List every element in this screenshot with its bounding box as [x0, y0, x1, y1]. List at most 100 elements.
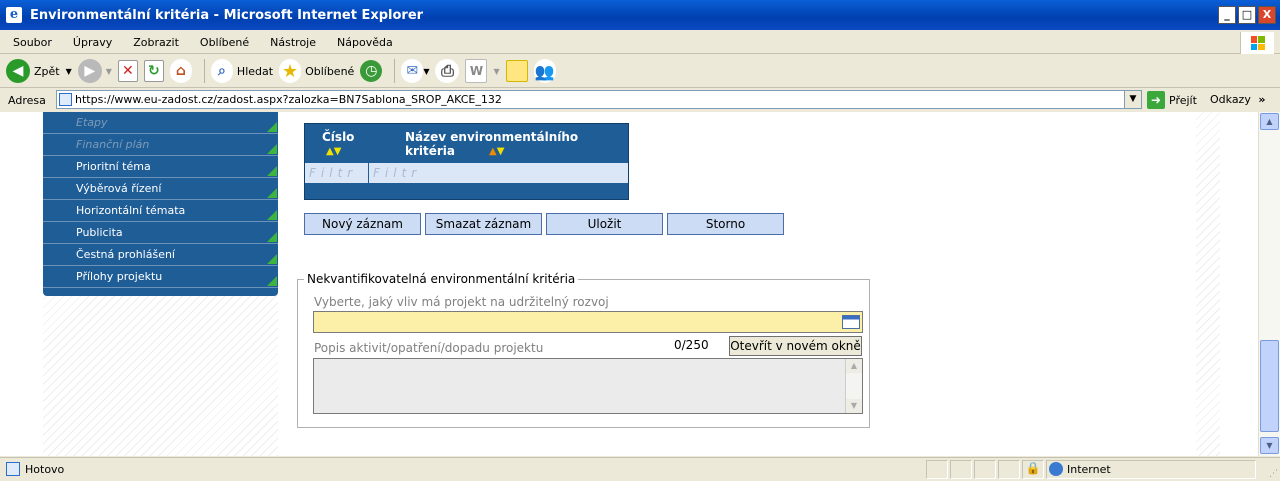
resize-grip-icon[interactable]: ⋰ [1269, 469, 1278, 479]
menu-bar: Soubor Úpravy Zobrazit Oblíbené Nástroje… [0, 31, 1280, 54]
filter-number-input[interactable]: Filtr [305, 163, 369, 183]
sidebar-item-cestna-prohlaseni[interactable]: Čestná prohlášení [43, 244, 278, 266]
toolbar-divider [394, 59, 396, 83]
open-new-window-button[interactable]: Otevřít v novém okně [729, 336, 862, 356]
discuss-button[interactable] [505, 60, 528, 82]
scrollbar-thumb[interactable] [1260, 340, 1279, 432]
print-icon: ⎙ [435, 59, 460, 83]
zone-cell: Internet [1046, 460, 1256, 479]
links-label: Odkazy [1210, 93, 1251, 106]
sort-arrows-name-icon[interactable]: ▲▼ [489, 147, 504, 157]
globe-icon [1049, 462, 1063, 476]
lock-icon: 🔒 [1022, 460, 1044, 479]
address-url: https://www.eu-zadost.cz/zadost.aspx?zal… [75, 93, 502, 106]
links-button[interactable]: Odkazy » [1210, 93, 1265, 106]
sort-arrows-number-icon[interactable]: ▲▼ [326, 147, 341, 157]
menu-napoveda[interactable]: Nápověda [324, 36, 401, 49]
back-label: Zpět [34, 64, 60, 78]
address-dropdown-icon[interactable]: ▼ [1124, 91, 1141, 108]
filter-row: Filtr Filtr [305, 163, 628, 183]
go-button[interactable]: ➜ Přejít [1147, 91, 1197, 109]
menu-nastroje[interactable]: Nástroje [257, 36, 324, 49]
minimize-button[interactable]: _ [1218, 6, 1236, 24]
favorites-button[interactable]: ★ Oblíbené [279, 59, 354, 83]
address-bar: Adresa https://www.eu-zadost.cz/zadost.a… [0, 89, 1280, 111]
impact-select[interactable] [313, 311, 863, 333]
forward-dropdown-icon[interactable]: ▼ [106, 67, 112, 76]
favorites-star-icon: ★ [279, 59, 302, 83]
sidebar-item-etapy: Etapy [43, 112, 278, 134]
forward-arrow-icon: ▶ [77, 59, 102, 83]
textarea-scrollbar[interactable]: ▲ ▼ [845, 359, 862, 413]
toolbar-divider [203, 59, 205, 83]
description-label: Popis aktivit/opatření/dopadu projektu [314, 341, 544, 355]
status-cell [950, 460, 972, 479]
history-button[interactable]: ◷ [360, 60, 383, 82]
go-label: Přejít [1169, 93, 1197, 107]
scroll-down-icon[interactable]: ▼ [846, 399, 862, 413]
address-label: Adresa [8, 93, 46, 107]
print-button[interactable]: ⎙ [435, 59, 460, 83]
messenger-button[interactable]: 👥 [533, 59, 556, 83]
status-cell [926, 460, 948, 479]
criteria-grid: Číslo ▲▼ Název environmentálního kritéri… [304, 123, 629, 200]
messenger-icon: 👥 [533, 59, 556, 83]
sidebar-item-prilohy-projektu[interactable]: Přílohy projektu [43, 266, 278, 288]
window-titlebar: e Environmentální kritéria - Microsoft I… [0, 0, 1280, 30]
menu-oblibene[interactable]: Oblíbené [187, 36, 257, 49]
mail-button[interactable]: ✉ ▼ [401, 59, 429, 83]
mail-dropdown-icon[interactable]: ▼ [423, 67, 429, 76]
picker-icon[interactable] [842, 315, 860, 329]
status-cell [998, 460, 1020, 479]
status-text: Hotovo [25, 463, 65, 476]
home-icon: ⌂ [169, 59, 192, 83]
edit-dropdown-icon[interactable]: ▼ [493, 67, 499, 76]
scroll-up-icon[interactable]: ▲ [1260, 113, 1279, 130]
page-viewport: Etapy Finanční plán Prioritní téma Výběr… [0, 112, 1258, 456]
forward-button[interactable]: ▶ ▼ [77, 59, 112, 83]
column-header-name[interactable]: Název environmentálního kritéria [405, 130, 628, 158]
char-counter: 0/250 [674, 338, 709, 352]
page-status-icon [6, 462, 20, 476]
sidebar-item-publicita[interactable]: Publicita [43, 222, 278, 244]
scroll-up-icon[interactable]: ▲ [846, 359, 862, 373]
menu-soubor[interactable]: Soubor [0, 36, 60, 49]
status-bar: Hotovo 🔒 Internet ⋰ [0, 457, 1280, 481]
note-icon [505, 60, 528, 82]
sidebar-item-horizontalni-temata[interactable]: Horizontální témata [43, 200, 278, 222]
cancel-button[interactable]: Storno [667, 213, 784, 235]
refresh-icon: ↻ [143, 60, 164, 82]
address-input[interactable]: https://www.eu-zadost.cz/zadost.aspx?zal… [56, 90, 1142, 109]
back-dropdown-icon[interactable]: ▼ [66, 67, 72, 76]
stop-button[interactable]: ✕ [117, 60, 138, 82]
column-header-number[interactable]: Číslo [322, 130, 354, 144]
description-textarea[interactable]: ▲ ▼ [313, 358, 863, 414]
favorites-label: Oblíbené [305, 64, 355, 78]
home-button[interactable]: ⌂ [169, 59, 192, 83]
delete-record-button[interactable]: Smazat záznam [425, 213, 542, 235]
toolbar: ◀ Zpět ▼ ▶ ▼ ✕ ↻ ⌂ ⌕ Hledat ★ Oblíbené ◷… [0, 55, 1280, 88]
chevron-right-icon: » [1258, 93, 1266, 106]
sidebar-item-prioritni-tema[interactable]: Prioritní téma [43, 156, 278, 178]
back-button[interactable]: ◀ Zpět ▼ [6, 59, 72, 83]
right-hatch [1196, 112, 1220, 456]
filter-name-input[interactable]: Filtr [369, 163, 421, 183]
window-title: Environmentální kritéria - Microsoft Int… [30, 7, 424, 23]
search-button[interactable]: ⌕ Hledat [210, 59, 273, 83]
edit-button[interactable]: W ▼ [465, 59, 500, 83]
back-arrow-icon: ◀ [6, 59, 30, 83]
maximize-button[interactable]: □ [1238, 6, 1256, 24]
sidebar-item-vyberova-rizeni[interactable]: Výběrová řízení [43, 178, 278, 200]
page-scrollbar[interactable]: ▲ ▼ [1258, 112, 1280, 456]
close-button[interactable]: X [1258, 6, 1276, 24]
refresh-button[interactable]: ↻ [143, 60, 164, 82]
menu-zobrazit[interactable]: Zobrazit [120, 36, 187, 49]
menu-upravy[interactable]: Úpravy [60, 36, 120, 49]
new-record-button[interactable]: Nový záznam [304, 213, 421, 235]
sidebar-footer [43, 288, 278, 296]
scroll-down-icon[interactable]: ▼ [1260, 437, 1279, 454]
sidebar-nav: Etapy Finanční plán Prioritní téma Výběr… [43, 112, 278, 296]
page-icon [59, 93, 72, 106]
history-icon: ◷ [360, 60, 383, 82]
save-button[interactable]: Uložit [546, 213, 663, 235]
